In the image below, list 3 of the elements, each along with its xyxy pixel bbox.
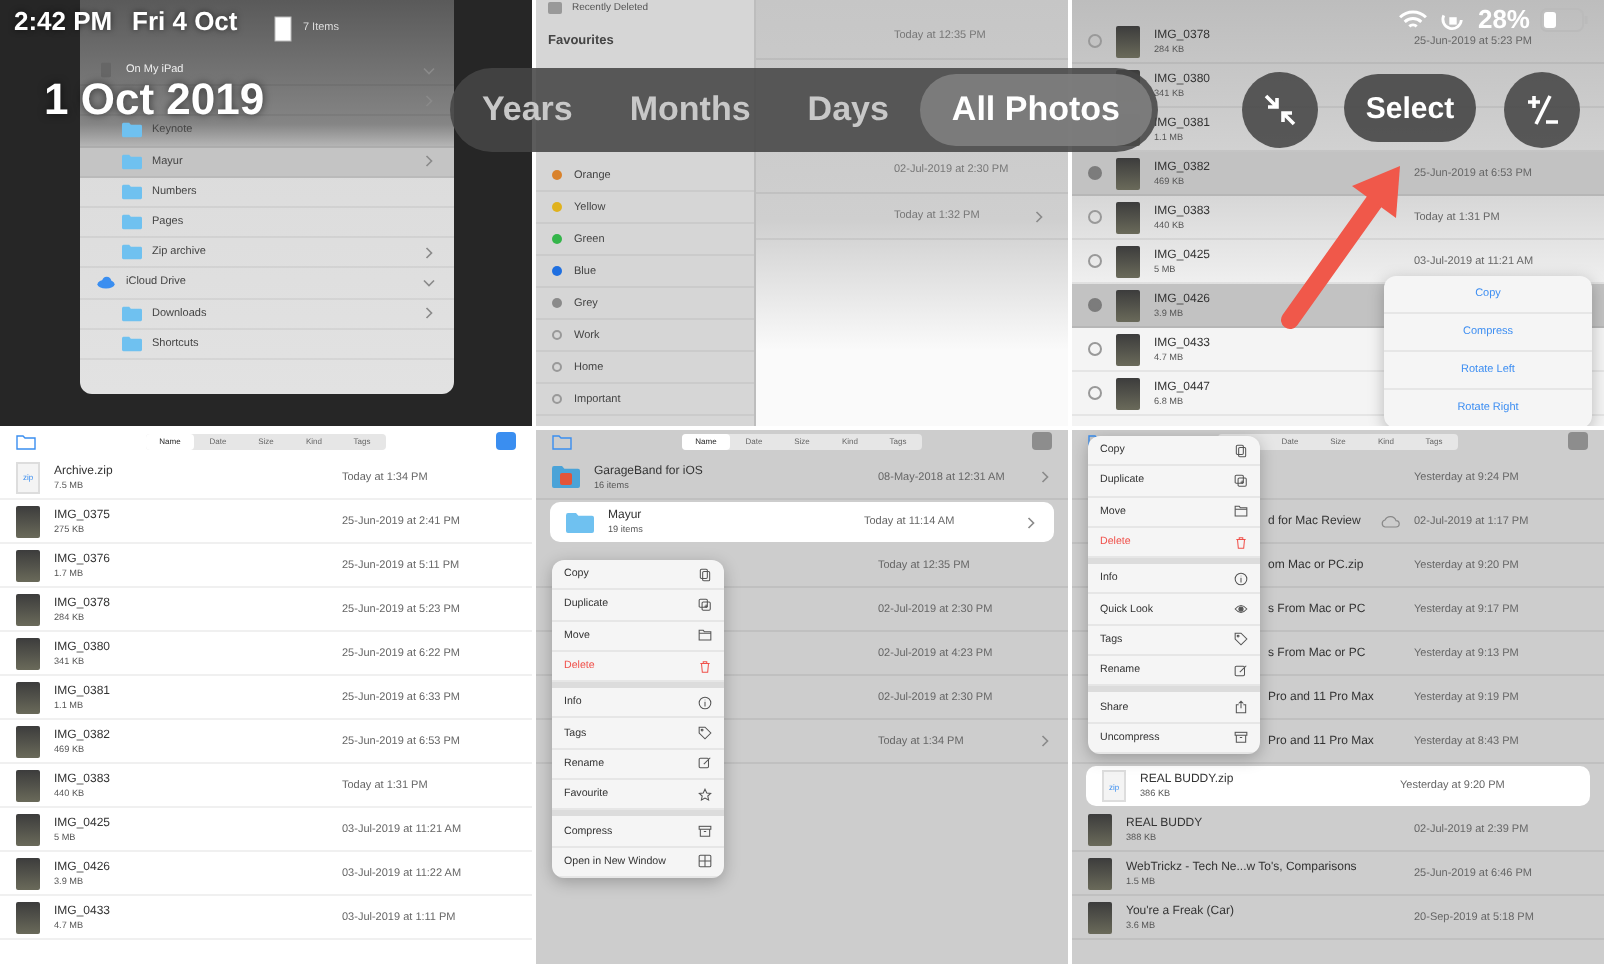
battery-percentage: 28% <box>1477 4 1530 34</box>
status-date: Fri 4 Oct <box>132 6 238 36</box>
status-time: 2:42 PM <box>14 6 113 36</box>
